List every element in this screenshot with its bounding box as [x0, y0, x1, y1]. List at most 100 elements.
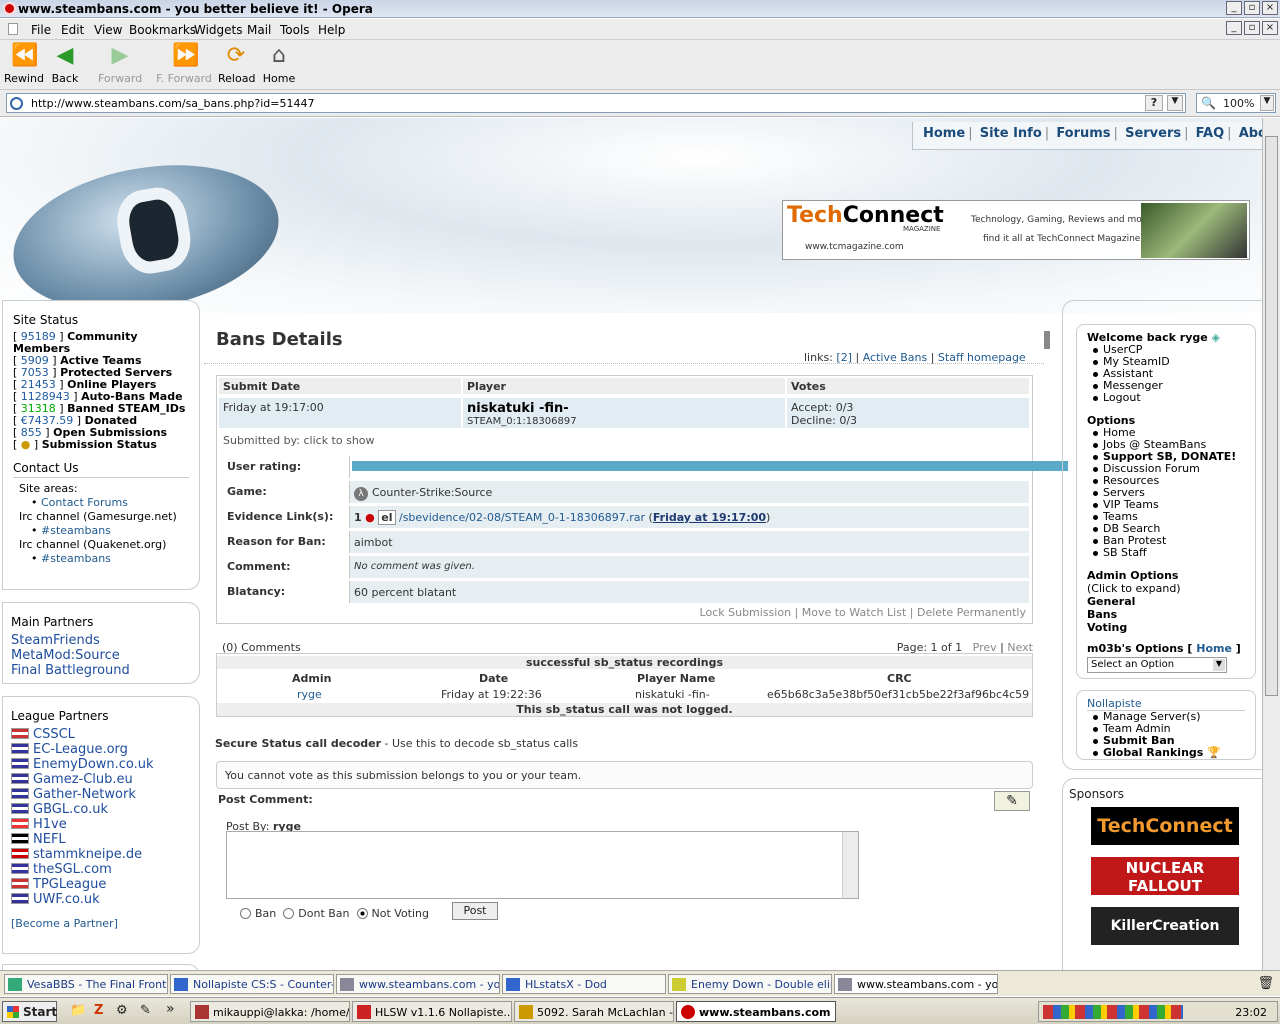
help-icon[interactable]: ?	[1145, 95, 1163, 111]
rewind-button[interactable]: ⏪ Rewind	[4, 44, 44, 86]
taskbar-winamp[interactable]: 5092. Sarah McLachlan -...	[514, 1001, 674, 1022]
zoom-dropdown-icon[interactable]: ▼	[1260, 95, 1274, 111]
move-to-watch-list-link[interactable]: Move to Watch List	[802, 606, 907, 619]
radio-ban[interactable]	[240, 908, 251, 919]
nav-servers[interactable]: Servers	[1125, 126, 1181, 141]
league-partner-link[interactable]: H1ve	[11, 817, 191, 832]
menu-view[interactable]: View	[94, 23, 122, 37]
fast-forward-button[interactable]: ⏩ F. Forward	[156, 44, 212, 86]
page-scrollbar[interactable]	[1262, 118, 1280, 970]
sponsor-techconnect[interactable]: TechConnect	[1091, 807, 1239, 845]
taskbar-hlsw[interactable]: HLSW v1.1.6 Nollapiste...	[352, 1001, 512, 1022]
doc-close-button[interactable]: ×	[1262, 21, 1278, 35]
minimize-button[interactable]: _	[1226, 1, 1242, 15]
radio-dont-ban[interactable]	[283, 908, 295, 919]
menu-mail[interactable]: Mail	[247, 23, 271, 37]
team-global-rankings[interactable]: Global Rankings 🏆	[1087, 747, 1245, 759]
option-select[interactable]: Select an Option ▼	[1087, 657, 1227, 673]
sponsor-nuclear-fallout[interactable]: NUCLEAR FALLOUT	[1091, 857, 1239, 895]
menu-bookmarks[interactable]: Bookmarks	[129, 23, 196, 37]
address-dropdown-icon[interactable]: ▼	[1167, 95, 1183, 111]
partner-steamfriends[interactable]: SteamFriends	[11, 633, 191, 648]
close-button[interactable]: ×	[1262, 1, 1278, 15]
league-partner-link[interactable]: GBGL.co.uk	[11, 802, 191, 817]
menu-tools[interactable]: Tools	[280, 23, 310, 37]
restore-button[interactable]: ▫	[1244, 1, 1260, 15]
league-partner-link[interactable]: EnemyDown.co.uk	[11, 757, 191, 772]
evidence-link[interactable]: /sbevidence/02-08/STEAM_0-1-18306897.rar	[399, 511, 645, 524]
quicklaunch-filezilla-icon[interactable]: Z	[94, 1003, 103, 1018]
secure-decoder-link[interactable]: Secure Status call decoder	[215, 737, 381, 750]
delete-permanently-link[interactable]: Delete Permanently	[917, 606, 1026, 619]
menu-widgets[interactable]: Widgets	[194, 23, 243, 37]
home-button[interactable]: ⌂ Home	[262, 44, 296, 86]
nav-home[interactable]: Home	[923, 126, 965, 141]
scrollbar-thumb[interactable]	[1265, 136, 1278, 696]
league-partner-link[interactable]: NEFL	[11, 832, 191, 847]
forward-button[interactable]: ▶ Forward	[98, 44, 142, 86]
address-url[interactable]: http://www.steambans.com/sa_bans.php?id=…	[31, 97, 314, 110]
team-name[interactable]: Nollapiste	[1087, 697, 1245, 711]
partner-final-battleground[interactable]: Final Battleground	[11, 663, 191, 678]
league-partner-link[interactable]: TPGLeague	[11, 877, 191, 892]
nav-faq[interactable]: FAQ	[1196, 126, 1225, 141]
contact-forums-link[interactable]: Contact Forums	[41, 496, 128, 509]
become-partner-link[interactable]: [Become a Partner]	[11, 917, 191, 930]
taskbar-opera[interactable]: www.steambans.com ...	[676, 1001, 836, 1022]
m03b-home-link[interactable]: Home	[1196, 642, 1232, 655]
irc-quakenet-link[interactable]: #steambans	[41, 552, 111, 565]
league-partner-link[interactable]: theSGL.com	[11, 862, 191, 877]
tab-hlstatsx[interactable]: HLstatsX - Dod	[502, 974, 666, 994]
admin-bans[interactable]: Bans	[1087, 608, 1245, 621]
textarea-scrollbar[interactable]	[842, 832, 858, 898]
user-rating-bar[interactable]	[352, 461, 1068, 471]
post-button[interactable]: Post	[452, 902, 498, 920]
admin-voting[interactable]: Voting	[1087, 621, 1245, 634]
radio-not-voting[interactable]	[356, 908, 368, 919]
irc-gamesurge-link[interactable]: #steambans	[41, 524, 111, 537]
league-partner-link[interactable]: CSSCL	[11, 727, 191, 742]
nav-forums[interactable]: Forums	[1056, 126, 1110, 141]
menu-file[interactable]: File	[31, 23, 51, 37]
tab-nollapiste[interactable]: Nollapiste CS:S - Counter-...	[170, 974, 334, 994]
tab-steambans-1[interactable]: www.steambans.com - yo...	[336, 974, 500, 994]
nav-about[interactable]: About	[1239, 126, 1262, 141]
league-partner-link[interactable]: UWF.co.uk	[11, 892, 191, 907]
doc-minimize-button[interactable]: _	[1226, 21, 1242, 35]
doc-restore-button[interactable]: ▫	[1244, 21, 1260, 35]
league-partner-link[interactable]: Gather-Network	[11, 787, 191, 802]
reload-button[interactable]: ⟳ Reload	[218, 44, 255, 86]
evidence-el-button[interactable]: el	[378, 510, 396, 525]
tray-icons[interactable]	[1043, 1005, 1183, 1019]
tab-steambans-active[interactable]: www.steambans.com - yo...	[834, 974, 998, 994]
options-menu-item[interactable]: SB Staff	[1087, 547, 1245, 559]
quicklaunch-notes-icon[interactable]: ✎	[140, 1003, 151, 1018]
trash-icon[interactable]: 🗑	[1257, 976, 1274, 991]
tab-vesabbs[interactable]: VesaBBS - The Final Fronti...	[4, 974, 168, 994]
edit-pencil-icon[interactable]: ✎	[994, 791, 1030, 811]
click-to-show-link[interactable]: click to show	[303, 434, 374, 447]
user-menu-item[interactable]: Logout	[1087, 392, 1245, 404]
nav-site-info[interactable]: Site Info	[980, 126, 1042, 141]
status-admin[interactable]: ryge	[297, 688, 322, 701]
lock-submission-link[interactable]: Lock Submission	[700, 606, 792, 619]
menu-edit[interactable]: Edit	[61, 23, 84, 37]
comment-textarea[interactable]	[226, 831, 859, 899]
tab-enemy-down[interactable]: Enemy Down - Double elimi...	[668, 974, 832, 994]
techconnect-ad[interactable]: TechConnect MAGAZINE Technology, Gaming,…	[782, 200, 1250, 260]
taskbar-terminal[interactable]: mikauppi@lakka: /home/...	[190, 1001, 350, 1022]
league-partner-link[interactable]: Gamez-Club.eu	[11, 772, 191, 787]
menu-help[interactable]: Help	[318, 23, 345, 37]
quicklaunch-more-icon[interactable]: »	[166, 1001, 175, 1017]
back-button[interactable]: ◀ Back	[50, 44, 80, 86]
start-button[interactable]: Start	[2, 1001, 57, 1022]
admin-general[interactable]: General	[1087, 595, 1245, 608]
league-partner-link[interactable]: stammkneipe.de	[11, 847, 191, 862]
league-partner-link[interactable]: EC-League.org	[11, 742, 191, 757]
zoom-control[interactable]: 🔍 100% ▼	[1196, 93, 1276, 113]
sponsor-killercreation[interactable]: KillerCreation	[1091, 907, 1239, 945]
quicklaunch-app-icon[interactable]: ⚙	[116, 1003, 128, 1018]
partner-metamod[interactable]: MetaMod:Source	[11, 648, 191, 663]
address-field[interactable]: http://www.steambans.com/sa_bans.php?id=…	[6, 93, 1186, 113]
quicklaunch-folder-icon[interactable]: 📁	[70, 1003, 86, 1018]
